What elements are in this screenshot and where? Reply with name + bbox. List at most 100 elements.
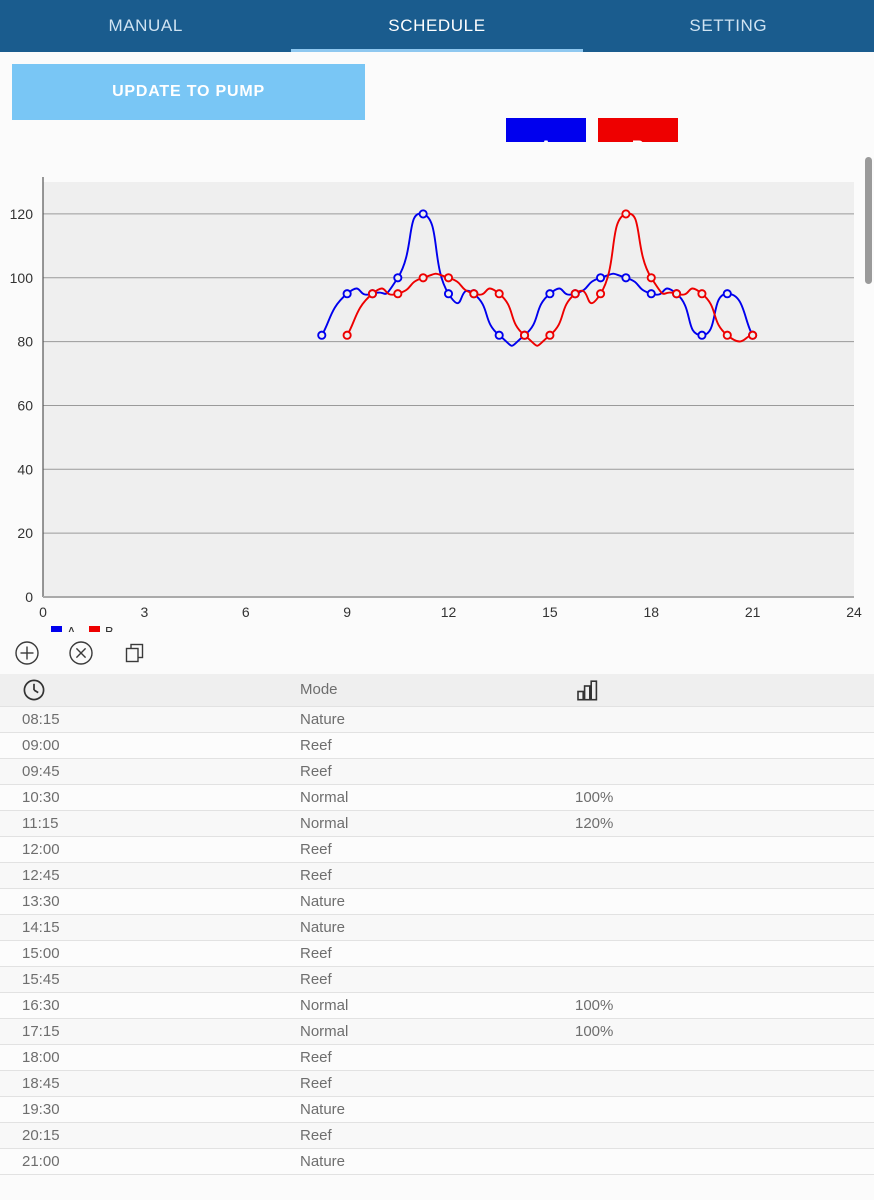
cell-value xyxy=(575,914,874,941)
cell-time: 10:30 xyxy=(0,784,300,811)
data-point-b[interactable] xyxy=(342,330,352,340)
plot-area-background xyxy=(43,182,854,597)
table-row[interactable]: 12:00 Reef xyxy=(0,836,874,863)
cell-time: 21:00 xyxy=(0,1148,300,1175)
cell-value xyxy=(575,888,874,915)
table-row[interactable]: 21:00 Nature xyxy=(0,1148,874,1175)
cell-time: 11:15 xyxy=(0,810,300,837)
data-point-a[interactable] xyxy=(418,209,428,219)
clock-icon xyxy=(22,679,46,701)
cell-mode: Reef xyxy=(300,862,575,889)
vertical-scrollbar-track[interactable] xyxy=(864,52,874,1200)
table-row[interactable]: 13:30 Nature xyxy=(0,888,874,915)
cell-value xyxy=(575,706,874,733)
cell-value xyxy=(575,940,874,967)
tab-setting-label: SETTING xyxy=(689,16,768,35)
cell-mode: Normal xyxy=(300,1018,575,1045)
cell-time: 12:00 xyxy=(0,836,300,863)
data-point-b[interactable] xyxy=(646,273,656,283)
table-row[interactable]: 09:00 Reef xyxy=(0,732,874,759)
x-axis-tick-label: 3 xyxy=(140,604,148,620)
action-row: UPDATE TO PUMP A B xyxy=(0,52,874,176)
data-point-b[interactable] xyxy=(621,209,631,219)
tab-schedule[interactable]: SCHEDULE xyxy=(291,0,583,52)
data-point-a[interactable] xyxy=(393,273,403,283)
table-row[interactable]: 17:15 Normal 100% xyxy=(0,1018,874,1045)
data-point-b[interactable] xyxy=(443,273,454,283)
data-point-a[interactable] xyxy=(722,289,732,299)
data-point-b[interactable] xyxy=(519,330,530,340)
tab-bar: MANUAL SCHEDULE SETTING xyxy=(0,0,874,52)
tab-schedule-label: SCHEDULE xyxy=(388,16,486,35)
update-to-pump-button[interactable]: UPDATE TO PUMP xyxy=(12,64,365,120)
tab-setting[interactable]: SETTING xyxy=(583,0,874,52)
copy-icon[interactable] xyxy=(120,638,150,668)
data-point-a[interactable] xyxy=(317,330,327,340)
data-point-b[interactable] xyxy=(697,289,707,299)
chart-svg: 0 20 40 60 80 100 120 0 3 6 9 12 15 18 21 24 A B xyxy=(10,177,862,632)
data-point-b[interactable] xyxy=(722,330,732,340)
data-point-b[interactable] xyxy=(494,289,504,299)
header-mode-cell: Mode xyxy=(300,674,575,707)
schedule-table-head: Mode xyxy=(0,674,874,707)
header-value-cell xyxy=(575,674,874,707)
data-point-a[interactable] xyxy=(342,289,352,299)
data-point-b[interactable] xyxy=(748,330,758,340)
add-icon[interactable] xyxy=(12,638,42,668)
table-row[interactable]: 18:45 Reef xyxy=(0,1070,874,1097)
table-row[interactable]: 18:00 Reef xyxy=(0,1044,874,1071)
cell-value: 120% xyxy=(575,810,874,837)
table-row[interactable]: 10:30 Normal 100% xyxy=(0,784,874,811)
data-point-a[interactable] xyxy=(494,330,504,340)
cell-time: 13:30 xyxy=(0,888,300,915)
cell-mode: Reef xyxy=(300,732,575,759)
data-point-b[interactable] xyxy=(672,289,682,299)
header-time-cell xyxy=(0,674,300,707)
cell-value: 100% xyxy=(575,784,874,811)
cell-time: 12:45 xyxy=(0,862,300,889)
data-point-b[interactable] xyxy=(469,289,479,299)
data-point-b[interactable] xyxy=(596,289,606,299)
cell-time: 17:15 xyxy=(0,1018,300,1045)
table-row[interactable]: 09:45 Reef xyxy=(0,758,874,785)
cell-value xyxy=(575,1122,874,1149)
cell-mode: Reef xyxy=(300,1070,575,1097)
data-point-b[interactable] xyxy=(545,330,555,340)
data-point-a[interactable] xyxy=(697,330,707,340)
cell-mode: Reef xyxy=(300,1044,575,1071)
table-row[interactable]: 12:45 Reef xyxy=(0,862,874,889)
table-row[interactable]: 20:15 Reef xyxy=(0,1122,874,1149)
data-point-b[interactable] xyxy=(418,273,428,283)
data-point-a[interactable] xyxy=(621,273,631,283)
data-point-b[interactable] xyxy=(367,289,378,299)
tab-manual[interactable]: MANUAL xyxy=(0,0,291,52)
y-axis-tick-label: 20 xyxy=(17,525,33,541)
cell-value xyxy=(575,732,874,759)
cell-time: 20:15 xyxy=(0,1122,300,1149)
data-point-a[interactable] xyxy=(596,273,606,283)
table-row[interactable]: 08:15 Nature xyxy=(0,706,874,733)
data-point-a[interactable] xyxy=(545,289,555,299)
table-row[interactable]: 15:45 Reef xyxy=(0,966,874,993)
data-point-b[interactable] xyxy=(570,289,580,299)
cell-value xyxy=(575,1096,874,1123)
table-row[interactable]: 19:30 Nature xyxy=(0,1096,874,1123)
data-point-a[interactable] xyxy=(443,289,454,299)
cell-value xyxy=(575,1148,874,1175)
table-row[interactable]: 16:30 Normal 100% xyxy=(0,992,874,1019)
data-point-a[interactable] xyxy=(646,289,656,299)
cell-time: 15:45 xyxy=(0,966,300,993)
table-row[interactable]: 15:00 Reef xyxy=(0,940,874,967)
table-row[interactable]: 14:15 Nature xyxy=(0,914,874,941)
delete-icon[interactable] xyxy=(66,638,96,668)
table-row[interactable]: 11:15 Normal 120% xyxy=(0,810,874,837)
schedule-icon-toolbar xyxy=(0,632,874,674)
y-axis-tick-label: 60 xyxy=(17,397,33,413)
legend-label-b: B xyxy=(105,624,114,632)
schedule-chart: 0 20 40 60 80 100 120 0 3 6 9 12 15 18 21 24 A B xyxy=(0,142,874,632)
cell-mode: Reef xyxy=(300,1122,575,1149)
vertical-scrollbar-thumb[interactable] xyxy=(865,157,872,284)
cell-mode: Normal xyxy=(300,992,575,1019)
data-point-b[interactable] xyxy=(393,289,403,299)
cell-value xyxy=(575,1044,874,1071)
